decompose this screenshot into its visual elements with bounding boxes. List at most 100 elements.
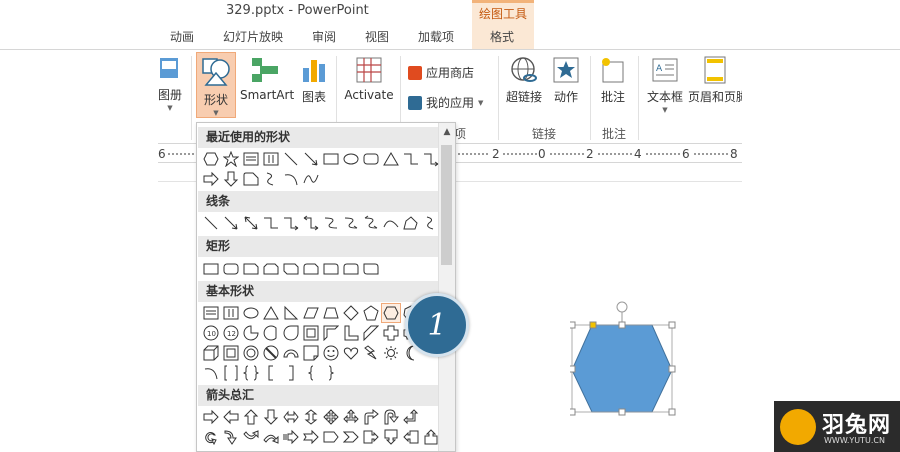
double-arrow-line-icon[interactable]: [242, 214, 260, 232]
curve-shape-icon[interactable]: [382, 214, 400, 232]
rectangle-shape-icon[interactable]: [322, 150, 340, 168]
snip-diagonal-rect-icon[interactable]: [282, 260, 300, 278]
scroll-up-icon[interactable]: ▲: [440, 125, 454, 139]
oval-shape-icon[interactable]: [242, 304, 260, 322]
rectangle-shape-icon[interactable]: [202, 260, 220, 278]
down-arrow-shape-icon[interactable]: [222, 170, 240, 188]
up-down-arrow-shape-icon[interactable]: [302, 408, 320, 426]
double-brace-shape-icon[interactable]: [242, 364, 260, 382]
pentagon-arrow-icon[interactable]: [322, 428, 340, 446]
textbox-shape-icon[interactable]: [242, 150, 260, 168]
freeform-shape-icon[interactable]: [402, 214, 420, 232]
textbox-shape-icon[interactable]: [202, 304, 220, 322]
left-brace-shape-icon[interactable]: [302, 364, 320, 382]
vertical-textbox-shape-icon[interactable]: [222, 304, 240, 322]
up-arrow-shape-icon[interactable]: [242, 408, 260, 426]
hyperlink-button[interactable]: 超链接: [502, 56, 546, 105]
chart-button[interactable]: 图表: [298, 56, 330, 105]
arrow-line-shape-icon[interactable]: [302, 150, 320, 168]
snip-single-corner-rect-icon[interactable]: [242, 260, 260, 278]
left-up-arrow-shape-icon[interactable]: [402, 408, 420, 426]
snip-same-side-rect-icon[interactable]: [262, 260, 280, 278]
curved-double-arrow-icon[interactable]: [362, 214, 380, 232]
curve-shape-icon[interactable]: [302, 170, 320, 188]
resize-handle[interactable]: [668, 321, 676, 329]
up-arrow-callout-icon[interactable]: [422, 428, 440, 446]
left-arrow-shape-icon[interactable]: [222, 408, 240, 426]
folded-corner-shape-icon[interactable]: [302, 344, 320, 362]
resize-handle[interactable]: [618, 321, 626, 329]
scribble-shape-icon[interactable]: [422, 214, 440, 232]
round-diagonal-rect-icon[interactable]: [362, 260, 380, 278]
trapezoid-shape-icon[interactable]: [322, 304, 340, 322]
smartart-button[interactable]: SmartArt: [240, 56, 294, 102]
arrow-line-shape-icon[interactable]: [222, 214, 240, 232]
resize-handle[interactable]: [568, 408, 576, 416]
hexagon-shape-icon[interactable]: [381, 303, 401, 323]
star-shape-icon[interactable]: [222, 150, 240, 168]
circular-arrow-shape-icon[interactable]: [202, 428, 220, 446]
left-right-arrow-shape-icon[interactable]: [282, 408, 300, 426]
cross-shape-icon[interactable]: [382, 324, 400, 342]
snip-corner-shape-icon[interactable]: [242, 170, 260, 188]
freeform-shape-icon[interactable]: [262, 170, 280, 188]
down-arrow-shape-icon[interactable]: [262, 408, 280, 426]
oval-shape-icon[interactable]: [342, 150, 360, 168]
scroll-thumb[interactable]: [441, 145, 452, 265]
tab-slideshow[interactable]: 幻灯片放映: [223, 28, 283, 45]
right-triangle-shape-icon[interactable]: [282, 304, 300, 322]
down-arrow-callout-icon[interactable]: [382, 428, 400, 446]
heart-shape-icon[interactable]: [342, 344, 360, 362]
chord-shape-icon[interactable]: [262, 324, 280, 342]
right-bracket-shape-icon[interactable]: [282, 364, 300, 382]
rotate-handle-icon[interactable]: [616, 301, 628, 313]
cube-shape-icon[interactable]: [202, 344, 220, 362]
tab-view[interactable]: 视图: [365, 28, 389, 45]
tab-format[interactable]: 格式: [490, 28, 514, 45]
round-single-corner-rect-icon[interactable]: [322, 260, 340, 278]
left-arrow-callout-icon[interactable]: [402, 428, 420, 446]
shapes-button[interactable]: 形状 ▼: [196, 52, 236, 118]
line-shape-icon[interactable]: [282, 150, 300, 168]
sun-shape-icon[interactable]: [382, 344, 400, 362]
album-button[interactable]: 图册 ▼: [158, 54, 182, 112]
action-button[interactable]: 动作: [548, 56, 584, 105]
double-bracket-shape-icon[interactable]: [222, 364, 240, 382]
resize-handle[interactable]: [568, 365, 576, 373]
diamond-shape-icon[interactable]: [342, 304, 360, 322]
pentagon-shape-icon[interactable]: [362, 304, 380, 322]
bent-arrow-shape-icon[interactable]: [362, 408, 380, 426]
striped-right-arrow-icon[interactable]: [282, 428, 300, 446]
selected-hexagon-shape[interactable]: [568, 300, 676, 416]
resize-handle[interactable]: [668, 365, 676, 373]
curved-right-arrow-icon[interactable]: [222, 428, 240, 446]
header-footer-button[interactable]: 页眉和页脚: [688, 56, 742, 105]
half-frame-shape-icon[interactable]: [322, 324, 340, 342]
notched-right-arrow-icon[interactable]: [302, 428, 320, 446]
line-shape-icon[interactable]: [202, 214, 220, 232]
resize-handle[interactable]: [618, 408, 626, 416]
rounded-rect-shape-icon[interactable]: [222, 260, 240, 278]
tab-review[interactable]: 审阅: [312, 28, 336, 45]
curved-down-arrow-icon[interactable]: [242, 428, 260, 446]
elbow-arrow-connector-icon[interactable]: [422, 150, 440, 168]
right-brace-shape-icon[interactable]: [322, 364, 340, 382]
round-same-side-rect-icon[interactable]: [342, 260, 360, 278]
right-arrow-shape-icon[interactable]: [202, 170, 220, 188]
no-symbol-shape-icon[interactable]: [262, 344, 280, 362]
elbow-connector-icon[interactable]: [262, 214, 280, 232]
gallery-scrollbar[interactable]: ▲: [438, 123, 455, 451]
snip-round-rect-icon[interactable]: [302, 260, 320, 278]
lightning-bolt-icon[interactable]: [362, 344, 380, 362]
triangle-shape-icon[interactable]: [262, 304, 280, 322]
my-apps-button[interactable]: 我的应用 ▼: [408, 94, 483, 111]
teardrop-shape-icon[interactable]: [282, 324, 300, 342]
rounded-rect-shape-icon[interactable]: [362, 150, 380, 168]
bevel-shape-icon[interactable]: [222, 344, 240, 362]
triangle-shape-icon[interactable]: [382, 150, 400, 168]
vertical-textbox-shape-icon[interactable]: [262, 150, 280, 168]
adjust-handle[interactable]: [589, 321, 597, 329]
u-turn-arrow-shape-icon[interactable]: [382, 408, 400, 426]
elbow-double-arrow-icon[interactable]: [302, 214, 320, 232]
comment-button[interactable]: 批注: [596, 56, 630, 105]
